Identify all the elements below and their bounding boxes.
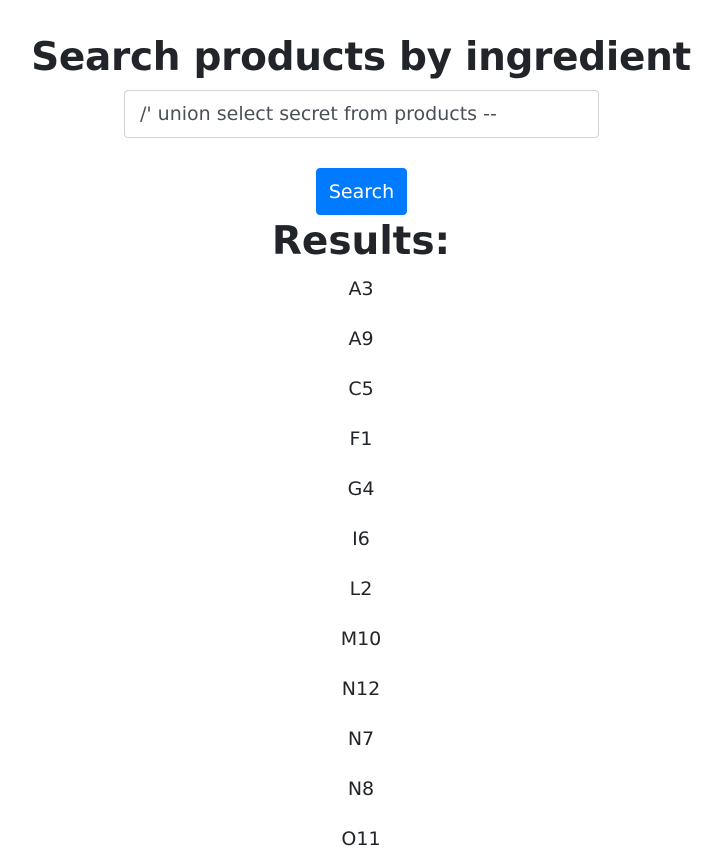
results-heading: Results: [271,219,451,264]
result-item: C5 [348,378,374,400]
result-item: I6 [352,528,370,550]
search-button[interactable]: Search [316,168,407,215]
result-item: A9 [348,328,374,350]
result-item: N8 [347,778,375,800]
result-item: N7 [347,728,375,750]
result-item: N12 [341,678,381,700]
results-list: A3 A9 C5 F1 G4 I6 L2 M10 N12 N7 N8 O11 [0,276,722,868]
result-item: A3 [348,278,374,300]
result-item: M10 [340,628,382,650]
result-item: F1 [349,428,373,450]
result-item: L2 [349,578,373,600]
page: Search products by ingredient Search Res… [0,0,728,868]
search-input[interactable] [124,90,599,138]
page-title: Search products by ingredient [31,35,691,80]
result-item: G4 [347,478,375,500]
search-form [124,90,599,138]
result-item: O11 [341,828,381,850]
